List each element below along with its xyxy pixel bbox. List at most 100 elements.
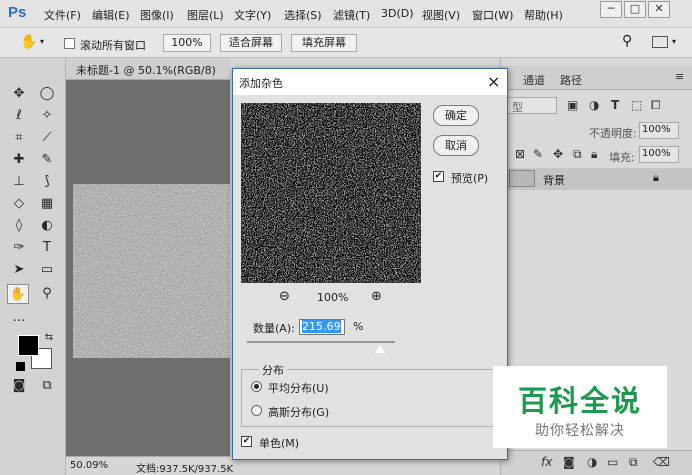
add-noise-dialog: 添加杂色 × 确定 取消 ✔ 预览(P) ⊖ 100% ⊕ 数量(A): 215… [232, 68, 508, 460]
fx-icon[interactable]: fx [541, 455, 552, 469]
eyedropper-icon[interactable]: ⟋ [36, 128, 58, 148]
filter-type-icon[interactable]: T [611, 98, 619, 112]
filter-pixel-icon[interactable]: ▣ [567, 98, 578, 112]
zoom-100-button[interactable]: 100% [163, 34, 211, 52]
layer-lock-icon: 🔒︎ [653, 171, 659, 184]
document-tab[interactable]: 未标题-1 @ 50.1%(RGB/8) [66, 58, 230, 80]
workspace-chevron-icon[interactable]: ▾ [672, 37, 676, 46]
new-layer-icon[interactable]: ⧉ [629, 455, 638, 470]
hand-tool-options-icon[interactable]: ✋ [20, 34, 37, 50]
zoom-in-icon[interactable]: ⊕ [371, 289, 382, 304]
zoom-status[interactable]: 50.09% [70, 460, 108, 471]
quick-mask-icon[interactable]: ◙ [8, 376, 30, 396]
fill-screen-button[interactable]: 填充屏幕 [291, 34, 357, 52]
fill-label: 填充: [609, 151, 635, 164]
layer-thumbnail [509, 170, 535, 187]
blur-tool-icon[interactable]: ◊ [8, 216, 30, 236]
default-colors-icon[interactable] [16, 362, 25, 371]
zoom-out-icon[interactable]: ⊖ [279, 289, 290, 304]
options-bar: ✋ ▾ 滚动所有窗口 100% 适合屏幕 填充屏幕 ⚲ ▾ [0, 28, 692, 58]
eraser-tool-icon[interactable]: ◇ [8, 194, 30, 214]
stamp-tool-icon[interactable]: ⊥ [8, 172, 30, 192]
monochromatic-checkbox[interactable]: ✔ [241, 436, 252, 447]
history-brush-icon[interactable]: ⟆ [36, 172, 58, 192]
search-icon[interactable]: ⚲ [622, 33, 632, 49]
lock-all-icon[interactable]: 🔒︎ [591, 147, 597, 162]
adjustment-layer-icon[interactable]: ◑ [587, 455, 597, 469]
lock-transparent-icon[interactable]: ⊠ [515, 147, 525, 161]
group-folder-icon[interactable]: ▭ [607, 455, 618, 469]
lock-pixels-icon[interactable]: ✎ [533, 147, 543, 161]
workspace-icon[interactable] [652, 36, 668, 48]
pen-tool-icon[interactable]: ✑ [8, 238, 30, 258]
layers-footer: fx ◙ ◑ ▭ ⧉ ⌫ [501, 450, 692, 475]
magic-wand-icon[interactable]: ✧ [36, 106, 58, 126]
zoom-tool-icon[interactable]: ⚲ [36, 284, 58, 304]
menu-edit[interactable]: 编辑(E) [92, 7, 130, 23]
amount-slider-thumb[interactable] [375, 345, 386, 353]
close-app-button[interactable]: ✕ [648, 1, 670, 18]
dialog-titlebar[interactable]: 添加杂色 × [233, 69, 507, 95]
filter-smart-icon[interactable]: ⧠ [651, 98, 661, 113]
swap-colors-icon[interactable]: ⇆ [38, 328, 60, 348]
minimize-button[interactable]: ─ [600, 1, 622, 18]
amount-slider-track[interactable] [247, 341, 395, 343]
dodge-tool-icon[interactable]: ◐ [36, 216, 58, 236]
menu-view[interactable]: 视图(V) [422, 7, 460, 23]
distribution-legend: 分布 [259, 362, 287, 378]
menu-help[interactable]: 帮助(H) [524, 7, 563, 23]
more-tools-icon[interactable]: … [8, 308, 30, 328]
brush-tool-icon[interactable]: ✎ [36, 150, 58, 170]
menu-bar: Ps 文件(F) 编辑(E) 图像(I) 图层(L) 文字(Y) 选择(S) 滤… [0, 0, 692, 28]
menu-file[interactable]: 文件(F) [44, 7, 81, 23]
trash-icon[interactable]: ⌫ [653, 455, 670, 469]
amount-input[interactable]: 215.69 [299, 319, 345, 335]
dialog-close-icon[interactable]: × [487, 72, 500, 91]
layer-row[interactable]: 背景 🔒︎ [501, 168, 692, 190]
preview-checkbox[interactable]: ✔ [433, 171, 444, 182]
foreground-color-swatch[interactable] [18, 335, 39, 356]
type-tool-icon[interactable]: T [36, 238, 58, 258]
opacity-value: 100% [642, 124, 671, 135]
filter-shape-icon[interactable]: ⬚ [631, 98, 642, 112]
hand-tool-icon[interactable]: ✋ [7, 284, 29, 304]
gradient-tool-icon[interactable]: ▦ [36, 194, 58, 214]
gaussian-label: 高斯分布(G) [268, 406, 330, 419]
fit-screen-button[interactable]: 适合屏幕 [220, 34, 282, 52]
scroll-all-windows-checkbox[interactable] [64, 38, 75, 49]
lock-position-icon[interactable]: ✥ [553, 147, 563, 161]
lock-artboard-icon[interactable]: ⧉ [573, 147, 582, 162]
crop-tool-icon[interactable]: ⌗ [8, 128, 30, 148]
document-tab-title: 未标题-1 @ 50.1%(RGB/8) [76, 64, 216, 77]
screen-mode-icon[interactable]: ⧉ [36, 376, 58, 396]
restore-button[interactable]: □ [624, 1, 646, 18]
rectangle-tool-icon[interactable]: ▭ [36, 260, 58, 280]
add-mask-icon[interactable]: ◙ [563, 455, 575, 469]
healing-brush-icon[interactable]: ✚ [8, 150, 30, 170]
lasso-tool-icon[interactable]: ℓ [8, 106, 30, 126]
image-canvas[interactable] [73, 184, 230, 358]
menu-filter[interactable]: 滤镜(T) [333, 7, 370, 23]
cancel-button[interactable]: 取消 [433, 135, 479, 156]
path-select-icon[interactable]: ➤ [8, 260, 30, 280]
menu-type[interactable]: 文字(Y) [234, 7, 271, 23]
ok-button[interactable]: 确定 [433, 105, 479, 126]
filter-adjust-icon[interactable]: ◑ [589, 98, 599, 112]
tool-preset-chevron-icon[interactable]: ▾ [40, 37, 44, 46]
menu-image[interactable]: 图像(I) [140, 7, 174, 23]
gaussian-radio[interactable] [251, 405, 262, 416]
menu-select[interactable]: 选择(S) [284, 7, 322, 23]
menu-layer[interactable]: 图层(L) [187, 7, 224, 23]
move-tool-icon[interactable]: ✥ [8, 84, 30, 104]
menu-3d[interactable]: 3D(D) [381, 7, 414, 20]
noise-preview[interactable] [241, 103, 421, 283]
tab-channels[interactable]: 通道 [523, 72, 545, 88]
marquee-tool-icon[interactable]: ◯ [36, 84, 58, 104]
tab-paths[interactable]: 路径 [560, 72, 582, 88]
panel-menu-icon[interactable]: ≡ [675, 70, 684, 83]
opacity-field[interactable]: 100% [639, 122, 679, 139]
menu-window[interactable]: 窗口(W) [472, 7, 513, 23]
fill-field[interactable]: 100% [639, 146, 679, 163]
kind-filter-select[interactable]: 型 [507, 97, 557, 114]
uniform-radio[interactable] [251, 381, 262, 392]
